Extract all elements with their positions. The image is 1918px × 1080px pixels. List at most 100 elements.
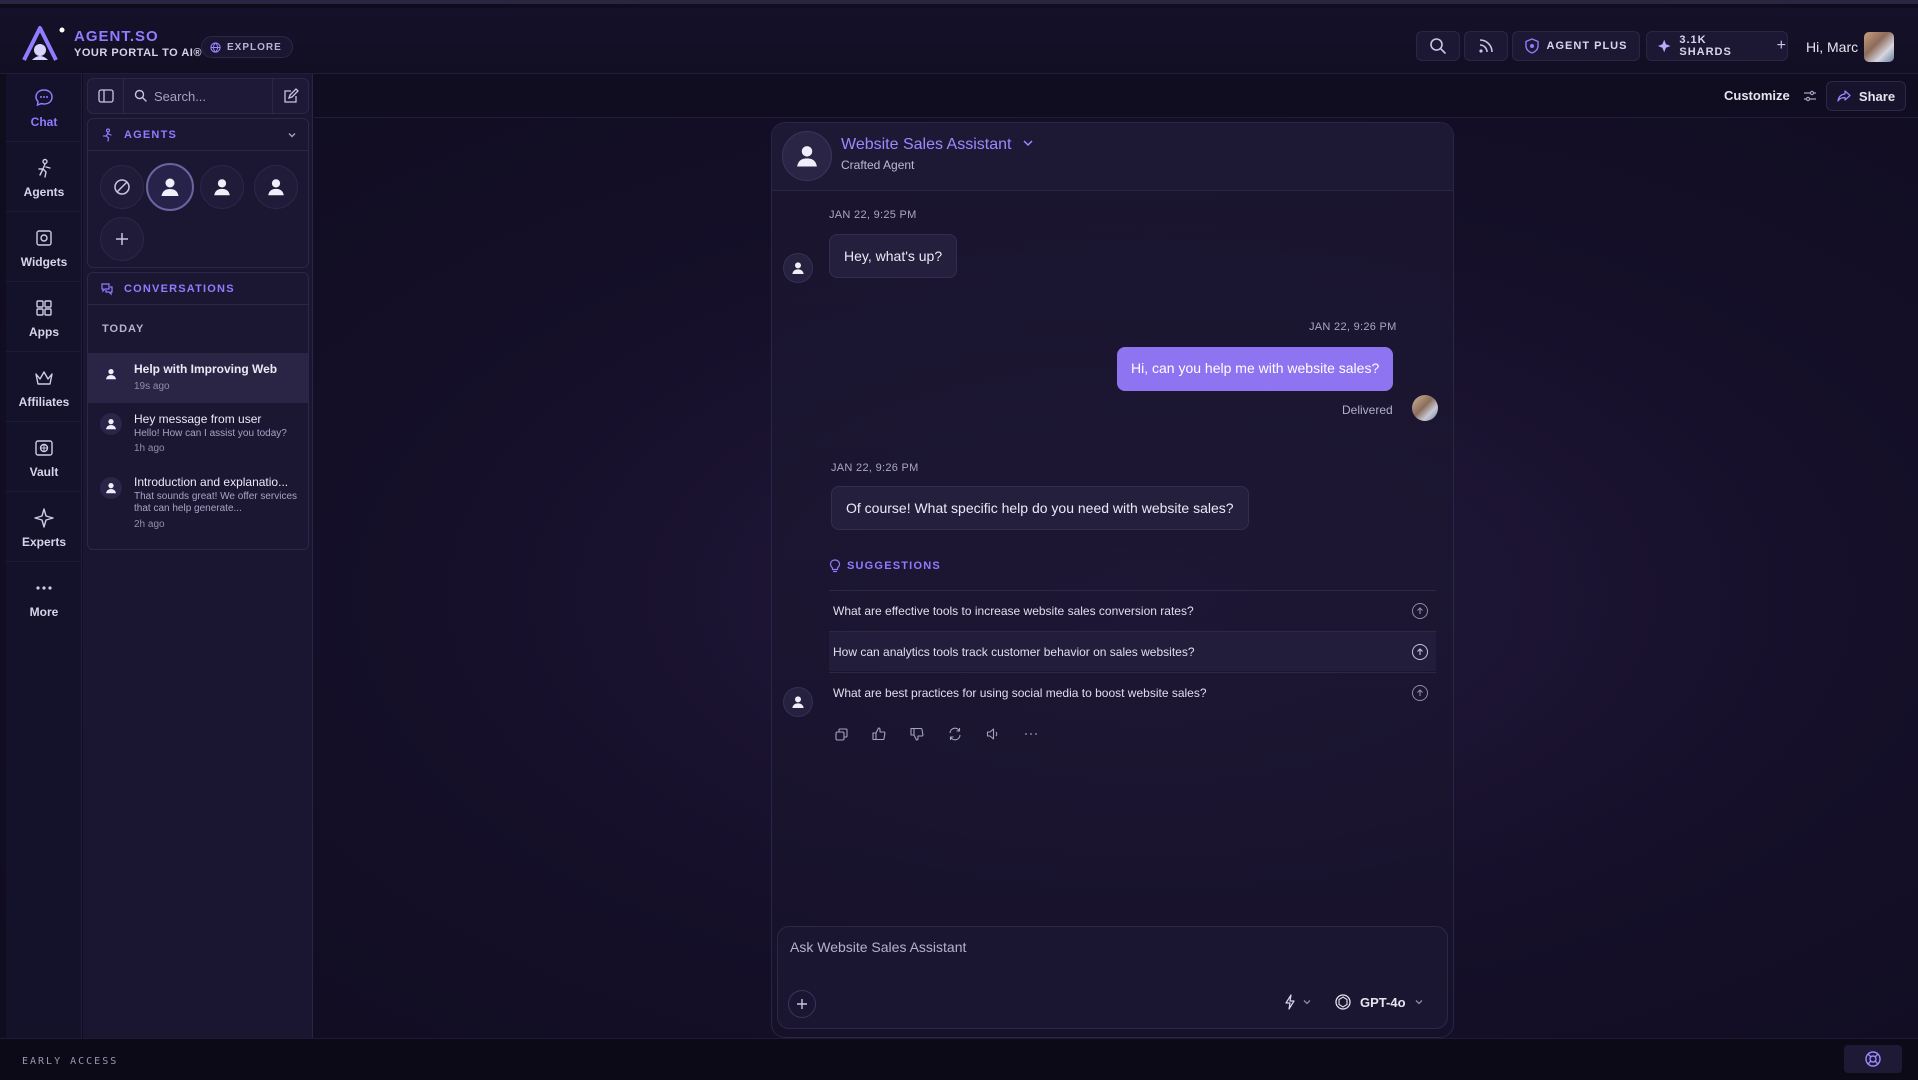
- suggestion-text: How can analytics tools track customer b…: [833, 644, 1195, 659]
- attach-button[interactable]: [788, 990, 816, 1018]
- shield-icon: [1524, 38, 1539, 54]
- model-label: GPT-4o: [1360, 994, 1406, 1010]
- rail-item-agents[interactable]: Agents: [6, 144, 82, 212]
- message-timestamp: JAN 22, 9:26 PM: [831, 462, 919, 474]
- suggestions-header: SUGGESTIONS: [829, 559, 941, 573]
- agent-avatar: [782, 131, 832, 181]
- add-shards-icon[interactable]: +: [1777, 37, 1787, 55]
- more-options-icon[interactable]: [1023, 726, 1039, 742]
- rail-item-more[interactable]: More: [6, 564, 82, 632]
- rail-item-widgets[interactable]: Widgets: [6, 214, 82, 282]
- speaker-icon[interactable]: [985, 726, 1001, 742]
- message-input[interactable]: [790, 939, 1430, 969]
- share-button[interactable]: Share: [1826, 81, 1906, 111]
- tools-dropdown[interactable]: [1284, 994, 1312, 1010]
- chat-header: Website Sales Assistant Crafted Agent: [772, 123, 1453, 191]
- slash-circle-icon: [114, 179, 130, 195]
- agent-avatar-selected[interactable]: [146, 163, 194, 211]
- rail-label-affiliates: Affiliates: [18, 394, 70, 409]
- rail-label-experts: Experts: [21, 534, 67, 549]
- footer-bar: EARLY ACCESS: [0, 1038, 1918, 1080]
- agents-heading: AGENTS: [124, 128, 178, 141]
- shards-button[interactable]: 3.1K SHARDS +: [1646, 31, 1788, 61]
- add-agent-button[interactable]: [100, 217, 144, 261]
- rail-label-vault: Vault: [29, 464, 59, 479]
- arrow-up-icon: [1412, 603, 1428, 619]
- more-icon: [36, 586, 52, 590]
- agent-message: Of course! What specific help do you nee…: [831, 486, 1249, 530]
- chevron-down-icon: [1023, 140, 1033, 147]
- suggestion-item[interactable]: What are effective tools to increase web…: [829, 590, 1436, 630]
- conversation-avatar: [100, 413, 122, 435]
- customize-button[interactable]: Customize: [1724, 88, 1817, 103]
- conversation-avatar: [100, 363, 122, 385]
- conversation-item-active[interactable]: Help with Improving Web 19s ago: [88, 353, 308, 403]
- conversation-time: 1h ago: [134, 443, 165, 454]
- brand-title[interactable]: AGENT.SO: [74, 28, 159, 45]
- search-bar: [87, 78, 309, 114]
- agent-avatar[interactable]: [254, 165, 298, 209]
- toggle-sidebar-button[interactable]: [88, 79, 124, 113]
- agent-avatar[interactable]: [200, 165, 244, 209]
- sliders-icon: [1804, 90, 1817, 102]
- user-message-avatar: [1412, 395, 1438, 421]
- conversation-title: Help with Improving Web: [134, 362, 278, 376]
- help-button[interactable]: [1844, 1045, 1902, 1073]
- feed-button[interactable]: [1464, 31, 1508, 61]
- today-label: TODAY: [102, 323, 145, 335]
- conversation-item[interactable]: Introduction and explanatio... That soun…: [88, 469, 308, 541]
- share-icon: [1837, 90, 1851, 102]
- agent-name: Website Sales Assistant: [841, 136, 1012, 153]
- chevron-down-icon: [1415, 1000, 1422, 1005]
- agent-logo-icon[interactable]: [20, 24, 68, 62]
- apps-icon: [36, 299, 52, 316]
- conversation-item[interactable]: Hey message from user Hello! How can I a…: [88, 405, 308, 461]
- search-button[interactable]: [1416, 31, 1460, 61]
- user-avatar[interactable]: [1864, 32, 1894, 62]
- search-input[interactable]: [154, 86, 254, 106]
- arrow-up-icon: [1412, 644, 1428, 660]
- message-timestamp: JAN 22, 9:25 PM: [829, 209, 917, 221]
- conversation-preview: Hello! How can I assist you today?: [134, 428, 287, 439]
- rail-item-vault[interactable]: Vault: [6, 424, 82, 492]
- conversation-avatar: [100, 477, 122, 499]
- rail-item-chat[interactable]: Chat: [6, 74, 82, 142]
- thumbs-up-icon[interactable]: [871, 726, 887, 742]
- sidebar: AGENTS CONVERSATIONS: [83, 74, 313, 1038]
- rss-icon: [1479, 39, 1493, 53]
- agents-icon: [102, 128, 112, 142]
- chevron-down-icon[interactable]: [286, 129, 298, 141]
- lifebuoy-icon: [1865, 1051, 1881, 1067]
- regenerate-icon[interactable]: [947, 726, 963, 742]
- agent-message: Hey, what's up?: [829, 234, 958, 278]
- agent-plus-label: AGENT PLUS: [1546, 40, 1628, 52]
- rail-item-affiliates[interactable]: Affiliates: [6, 354, 82, 422]
- user-icon: [106, 369, 116, 380]
- no-agent-button[interactable]: [100, 165, 144, 209]
- user-message: Hi, can you help me with website sales?: [1117, 347, 1394, 391]
- user-greeting: Hi, Marc: [1806, 39, 1859, 55]
- sparkle-icon: [34, 507, 54, 528]
- agents-section-header[interactable]: AGENTS: [88, 119, 308, 151]
- conversations-panel: CONVERSATIONS TODAY Help with Improving …: [87, 272, 309, 550]
- agent-message-avatar: [783, 253, 813, 283]
- shards-label: 3.1K SHARDS: [1679, 34, 1732, 58]
- new-chat-button[interactable]: [272, 79, 308, 113]
- suggestion-item[interactable]: What are best practices for using social…: [829, 672, 1436, 712]
- model-selector[interactable]: GPT-4o: [1334, 993, 1424, 1011]
- agent-plus-button[interactable]: AGENT PLUS: [1512, 31, 1640, 61]
- edit-icon: [283, 88, 299, 103]
- agent-selector[interactable]: Website Sales Assistant: [841, 136, 1034, 154]
- lightbulb-icon: [829, 559, 841, 573]
- search-icon: [1430, 38, 1446, 54]
- rail-item-experts[interactable]: Experts: [6, 494, 82, 562]
- rail-item-apps[interactable]: Apps: [6, 284, 82, 352]
- explore-button[interactable]: EXPLORE: [201, 36, 293, 58]
- copy-icon[interactable]: [833, 726, 849, 742]
- rail-label-apps: Apps: [29, 324, 59, 339]
- conversation-title: Introduction and explanatio...: [134, 475, 289, 489]
- agent-message-avatar: [783, 687, 813, 717]
- agents-icon: [38, 158, 51, 178]
- thumbs-down-icon[interactable]: [909, 726, 925, 742]
- suggestion-item[interactable]: How can analytics tools track customer b…: [829, 631, 1436, 671]
